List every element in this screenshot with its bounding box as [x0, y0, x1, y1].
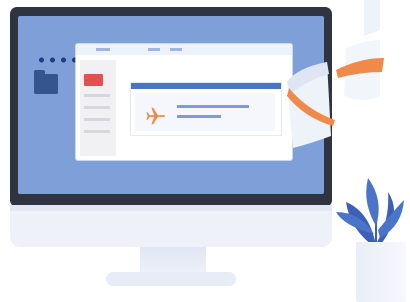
- sidebar-item[interactable]: [84, 106, 110, 109]
- app-window: [76, 44, 292, 160]
- monitor-illustration: [0, 0, 410, 302]
- tab-indicator[interactable]: [170, 48, 182, 51]
- card-header-bar: [131, 83, 281, 89]
- sidebar-item[interactable]: [84, 94, 110, 97]
- card-text-line: [177, 115, 221, 118]
- plant-pot: [356, 242, 406, 302]
- monitor-stand-neck: [140, 247, 206, 275]
- card-body: [135, 93, 275, 131]
- tab-indicator[interactable]: [148, 48, 160, 51]
- sidebar-item[interactable]: [84, 130, 110, 133]
- folder-icon[interactable]: [34, 70, 58, 94]
- mail-icon[interactable]: [84, 74, 103, 86]
- monitor-stand-base: [106, 272, 236, 286]
- airplane-icon: [146, 107, 166, 125]
- card-text-line: [177, 105, 249, 108]
- monitor-chin: [10, 205, 332, 247]
- flight-card[interactable]: [130, 82, 282, 136]
- paper-sheet: [287, 62, 335, 148]
- tab-indicator[interactable]: [96, 48, 110, 51]
- sidebar-item[interactable]: [84, 118, 110, 121]
